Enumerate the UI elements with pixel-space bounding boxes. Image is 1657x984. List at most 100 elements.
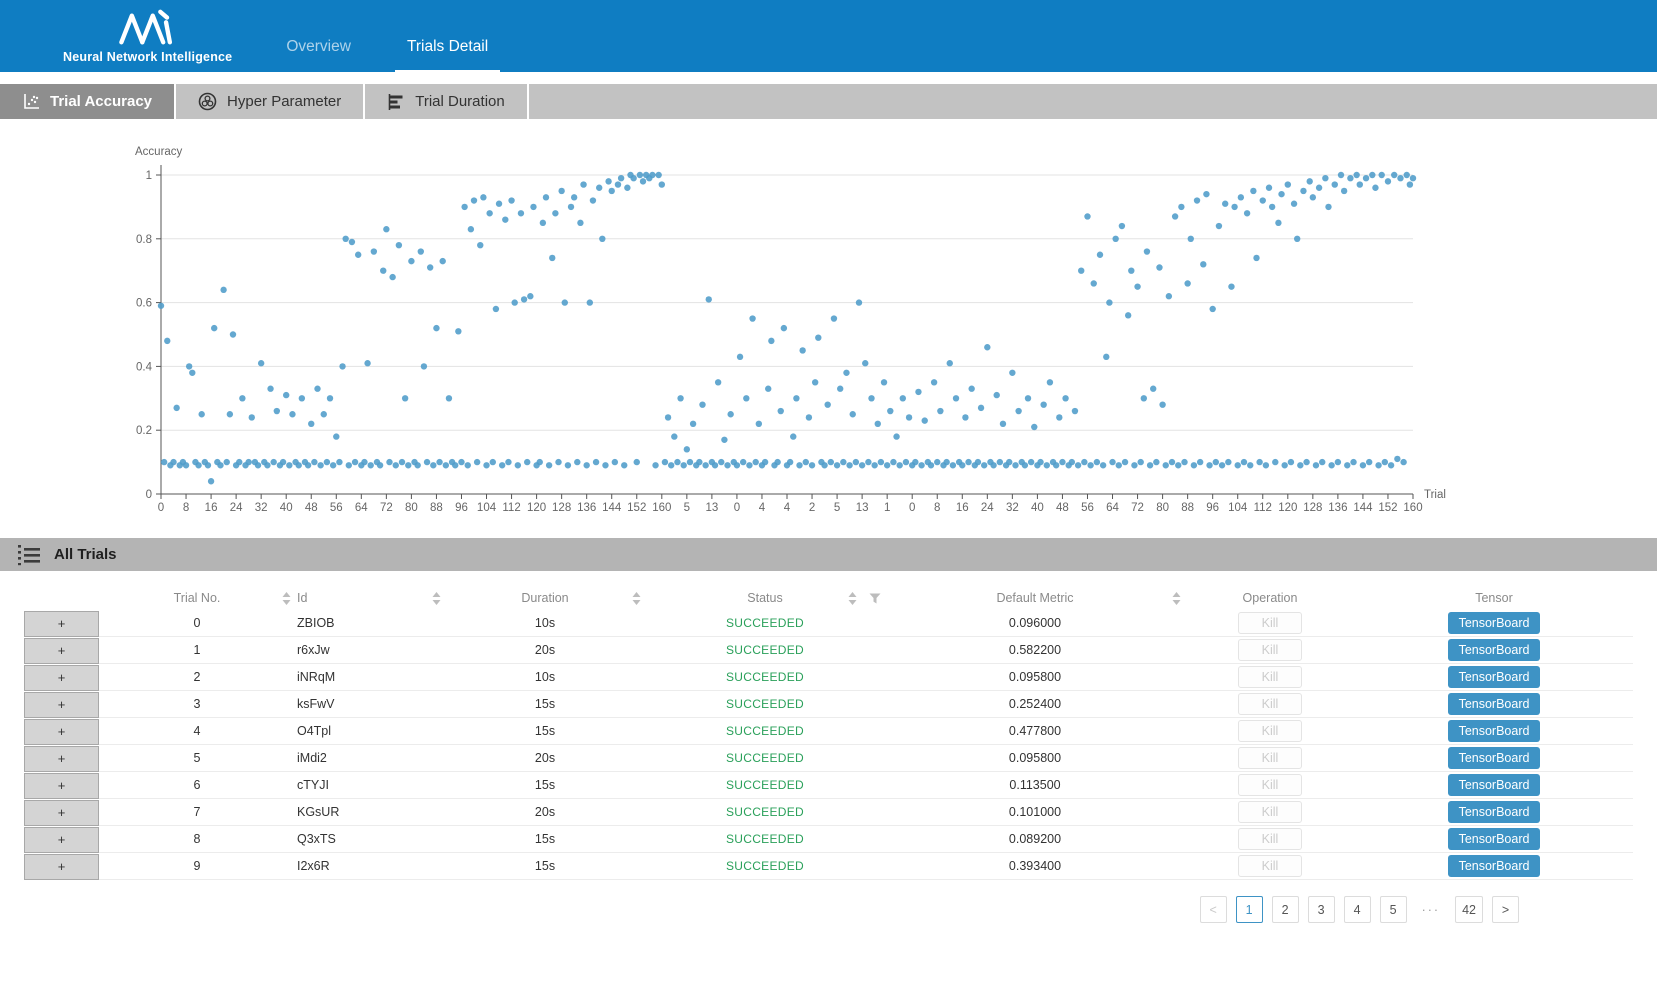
svg-text:72: 72 [380,502,393,514]
expand-row-button[interactable]: + [24,746,99,772]
kill-button[interactable]: Kill [1238,666,1302,688]
cell-id: KGsUR [295,799,445,825]
column-header[interactable]: Trial No. [99,586,295,610]
kill-button[interactable]: Kill [1238,774,1302,796]
expand-row-button[interactable]: + [24,692,99,718]
svg-text:56: 56 [330,502,343,514]
kill-button[interactable]: Kill [1238,612,1302,634]
kill-button[interactable]: Kill [1238,801,1302,823]
svg-text:64: 64 [1106,502,1119,514]
tensorboard-button[interactable]: TensorBoard [1448,747,1540,769]
svg-text:0.2: 0.2 [136,425,152,437]
expand-row-button[interactable]: + [24,773,99,799]
page-button-1[interactable]: 1 [1236,896,1263,923]
status-badge: SUCCEEDED [645,664,885,690]
svg-text:4: 4 [759,502,766,514]
expand-row-button[interactable]: + [24,854,99,880]
page-button-5[interactable]: 5 [1380,896,1407,923]
sort-icon[interactable] [282,592,291,605]
cell-duration: 15s [445,853,645,879]
sort-icon[interactable] [632,592,641,605]
expand-row-button[interactable]: + [24,638,99,664]
tensorboard-button[interactable]: TensorBoard [1448,693,1540,715]
status-badge: SUCCEEDED [645,826,885,852]
sort-icon[interactable] [1172,592,1181,605]
table-row: + 8 Q3xTS 15s SUCCEEDED 0.089200 Kill Te… [24,826,1633,853]
tab-hyper-parameter[interactable]: Hyper Parameter [176,84,365,119]
status-badge: SUCCEEDED [645,745,885,771]
filter-icon[interactable] [869,593,881,604]
svg-text:72: 72 [1131,502,1144,514]
sort-icon[interactable] [848,592,857,605]
cell-default-metric: 0.096000 [885,610,1185,636]
table-row: + 9 I2x6R 15s SUCCEEDED 0.393400 Kill Te… [24,853,1633,880]
column-header[interactable]: Duration [445,586,645,610]
svg-text:128: 128 [552,502,571,514]
sort-icon[interactable] [432,592,441,605]
tab-trial-duration[interactable]: Trial Duration [365,84,528,119]
svg-text:160: 160 [652,502,671,514]
tensorboard-button[interactable]: TensorBoard [1448,855,1540,877]
cell-duration: 15s [445,826,645,852]
tensorboard-button[interactable]: TensorBoard [1448,666,1540,688]
nav-tab-trials-detail[interactable]: Trials Detail [395,0,500,72]
column-header[interactable]: Id [295,586,445,610]
cell-trial-no: 8 [99,826,295,852]
table-row: + 0 ZBIOB 10s SUCCEEDED 0.096000 Kill Te… [24,610,1633,637]
page-button-3[interactable]: 3 [1308,896,1335,923]
tab-trial-accuracy[interactable]: Trial Accuracy [0,84,176,119]
tensorboard-button[interactable]: TensorBoard [1448,828,1540,850]
kill-button[interactable]: Kill [1238,747,1302,769]
kill-button[interactable]: Kill [1238,855,1302,877]
tab-label: Trial Accuracy [50,93,152,110]
kill-button[interactable]: Kill [1238,693,1302,715]
column-label: Trial No. [174,591,221,605]
nav-tab-overview[interactable]: Overview [274,0,363,72]
cell-trial-no: 1 [99,637,295,663]
column-header[interactable]: Tensor [1355,586,1633,610]
svg-text:104: 104 [477,502,497,514]
expander-column-header [24,586,99,610]
svg-text:112: 112 [502,502,520,514]
kill-button[interactable]: Kill [1238,720,1302,742]
svg-text:0: 0 [734,502,740,514]
expand-row-button[interactable]: + [24,719,99,745]
nni-logo-icon [116,9,180,47]
expand-row-button[interactable]: + [24,800,99,826]
cell-default-metric: 0.393400 [885,853,1185,879]
expand-row-button[interactable]: + [24,665,99,691]
tensorboard-button[interactable]: TensorBoard [1448,801,1540,823]
cell-id: iNRqM [295,664,445,690]
kill-button[interactable]: Kill [1238,639,1302,661]
column-header[interactable]: Operation [1185,586,1355,610]
tensorboard-button[interactable]: TensorBoard [1448,639,1540,661]
tensorboard-button[interactable]: TensorBoard [1448,720,1540,742]
svg-text:1: 1 [146,170,152,182]
table-row: + 2 iNRqM 10s SUCCEEDED 0.095800 Kill Te… [24,664,1633,691]
table-row: + 3 ksFwV 15s SUCCEEDED 0.252400 Kill Te… [24,691,1633,718]
page-button-42[interactable]: 42 [1455,896,1483,923]
prev-page-button[interactable]: < [1200,896,1227,923]
tensorboard-button[interactable]: TensorBoard [1448,774,1540,796]
page-button-2[interactable]: 2 [1272,896,1299,923]
table-row: + 7 KGsUR 20s SUCCEEDED 0.101000 Kill Te… [24,799,1633,826]
svg-text:0: 0 [909,502,915,514]
next-page-button[interactable]: > [1492,896,1519,923]
expand-row-button[interactable]: + [24,611,99,637]
accuracy-scatter-chart[interactable]: 00.20.40.60.8108162432404856647280889610… [0,119,1657,519]
svg-text:2: 2 [809,502,815,514]
list-icon [17,544,41,566]
svg-text:144: 144 [602,502,622,514]
kill-button[interactable]: Kill [1238,828,1302,850]
cell-trial-no: 3 [99,691,295,717]
main-nav: Overview Trials Detail [274,0,532,72]
nni-logo[interactable]: Neural Network Intelligence [63,0,232,72]
column-header[interactable]: Default Metric [885,586,1185,610]
page-button-4[interactable]: 4 [1344,896,1371,923]
tensorboard-button[interactable]: TensorBoard [1448,612,1540,634]
cell-id: r6xJw [295,637,445,663]
cell-default-metric: 0.101000 [885,799,1185,825]
expand-row-button[interactable]: + [24,827,99,853]
cell-id: cTYJI [295,772,445,798]
column-header[interactable]: Status [645,586,885,610]
